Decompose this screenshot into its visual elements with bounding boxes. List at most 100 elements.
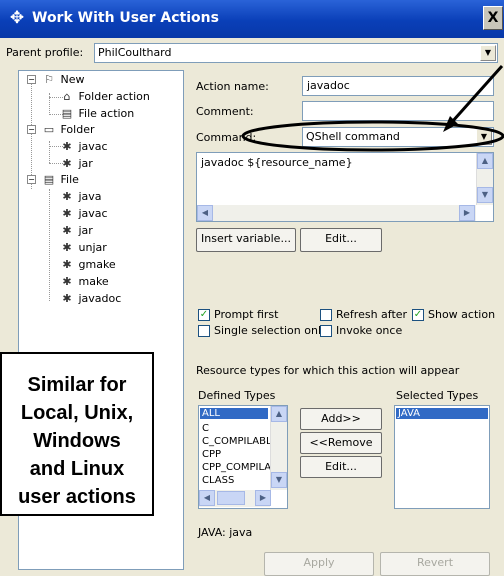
tree-node-file-java[interactable]: ✱ java <box>59 190 102 203</box>
single-selection-label: Single selection only <box>214 324 328 337</box>
callout-line: Windows <box>33 430 121 452</box>
tree-node-file-make[interactable]: ✱ make <box>59 275 109 288</box>
tree-node-label: File action <box>78 107 135 120</box>
type-status-text: JAVA: java <box>198 526 253 539</box>
tree-node-label: Folder <box>60 123 95 136</box>
scroll-right-icon[interactable]: ▶ <box>255 490 271 506</box>
user-action-icon: ✱ <box>62 292 72 305</box>
defined-types-vertical-scrollbar[interactable]: ▲ ▼ <box>270 406 287 490</box>
tree-node-label: unjar <box>78 241 107 254</box>
list-item[interactable]: ALL <box>200 408 268 419</box>
tree-node-folder[interactable]: ▭ Folder <box>41 123 95 136</box>
defined-types-label: Defined Types <box>198 389 276 402</box>
tree-node-label: javac <box>78 140 108 153</box>
selected-types-label: Selected Types <box>396 389 479 402</box>
collapse-new-icon[interactable]: − <box>27 75 36 84</box>
tree-node-label: jar <box>78 224 93 237</box>
folder-icon: ▭ <box>43 123 55 136</box>
user-action-icon: ✱ <box>62 207 72 220</box>
tree-node-file[interactable]: ▤ File <box>41 173 79 186</box>
defined-types-horizontal-scrollbar[interactable]: ◀ ▶ <box>199 490 271 507</box>
revert-button[interactable]: Revert <box>380 552 490 576</box>
tree-node-folder-javac[interactable]: ✱ javac <box>59 140 108 153</box>
defined-types-list[interactable]: ALL C C_COMPILABL CPP CPP_COMPILA CLASS … <box>198 405 288 509</box>
scroll-left-icon[interactable]: ◀ <box>197 205 213 221</box>
callout-line: Similar for <box>27 374 127 396</box>
collapse-file-icon[interactable]: − <box>27 175 36 184</box>
command-edit-button[interactable]: Edit... <box>300 228 382 252</box>
single-selection-checkbox[interactable] <box>198 325 210 337</box>
tree-node-label: javac <box>78 207 108 220</box>
user-action-icon: ✱ <box>62 140 72 153</box>
tree-node-file-gmake[interactable]: ✱ gmake <box>59 258 116 271</box>
selected-types-list[interactable]: JAVA <box>394 405 490 509</box>
list-item[interactable]: C_COMPILABL <box>202 436 272 447</box>
invoke-once-label: Invoke once <box>336 324 403 337</box>
title-bar: ✥ Work With User Actions X <box>0 0 504 38</box>
close-button[interactable]: X <box>483 6 503 30</box>
tree-node-file-javac[interactable]: ✱ javac <box>59 207 108 220</box>
tree-node-label: Folder action <box>78 90 150 103</box>
insert-variable-button[interactable]: Insert variable... <box>196 228 296 252</box>
tree-node-label: java <box>78 190 102 203</box>
tree-node-label: gmake <box>78 258 116 271</box>
tree-node-label: make <box>78 275 109 288</box>
remove-button[interactable]: <<Remove <box>300 432 382 454</box>
chevron-down-icon[interactable]: ▼ <box>480 45 496 61</box>
tree-node-new[interactable]: ⚐ New <box>41 73 84 86</box>
list-item[interactable]: CLASS <box>202 475 234 486</box>
apply-button[interactable]: Apply <box>264 552 374 576</box>
callout-line: and Linux <box>29 458 125 480</box>
refresh-after-checkbox[interactable] <box>320 309 332 321</box>
list-item[interactable]: CPP <box>202 449 221 460</box>
user-action-icon: ✱ <box>62 157 72 170</box>
prompt-first-checkbox[interactable]: ✓ <box>198 309 210 321</box>
file-icon: ▤ <box>43 173 55 186</box>
tree-node-label: File <box>60 173 79 186</box>
tree-node-folder-jar[interactable]: ✱ jar <box>59 157 93 170</box>
refresh-after-label: Refresh after <box>336 308 408 321</box>
user-action-icon: ✱ <box>62 275 72 288</box>
callout-line: Local, Unix, <box>20 402 134 424</box>
tree-node-folder-action[interactable]: ⌂ Folder action <box>59 90 150 103</box>
user-action-icon: ✱ <box>62 258 72 271</box>
user-action-icon: ✱ <box>62 241 72 254</box>
list-item[interactable]: C <box>202 423 209 434</box>
scroll-up-icon[interactable]: ▲ <box>271 406 287 422</box>
collapse-folder-icon[interactable]: − <box>27 125 36 134</box>
types-edit-button[interactable]: Edit... <box>300 456 382 478</box>
scroll-down-icon[interactable]: ▼ <box>477 187 493 203</box>
tree-node-file-action[interactable]: ▤ File action <box>59 107 134 120</box>
user-action-icon: ✱ <box>62 190 72 203</box>
annotation-overlay <box>241 65 504 152</box>
tree-node-label: jar <box>78 157 93 170</box>
invoke-once-checkbox[interactable] <box>320 325 332 337</box>
scroll-down-icon[interactable]: ▼ <box>271 472 287 488</box>
user-action-icon: ✱ <box>62 224 72 237</box>
scroll-right-icon[interactable]: ▶ <box>459 205 475 221</box>
pointer-arrow-line <box>450 65 504 123</box>
window-title: Work With User Actions <box>32 10 219 26</box>
tree-node-file-unjar[interactable]: ✱ unjar <box>59 241 107 254</box>
add-button[interactable]: Add>> <box>300 408 382 430</box>
file-action-icon: ▤ <box>61 107 73 120</box>
list-item[interactable]: JAVA <box>396 408 488 419</box>
tree-node-file-jar[interactable]: ✱ jar <box>59 224 93 237</box>
window-icon: ✥ <box>9 8 25 28</box>
tree-node-file-javadoc[interactable]: ✱ javadoc <box>59 292 121 305</box>
scroll-thumb[interactable] <box>217 491 245 505</box>
show-action-checkbox[interactable]: ✓ <box>412 309 424 321</box>
parent-profile-value: PhilCoulthard <box>98 46 172 59</box>
callout-box: Similar for Local, Unix, Windows and Lin… <box>0 352 154 516</box>
scroll-left-icon[interactable]: ◀ <box>199 490 215 506</box>
parent-profile-label: Parent profile: <box>6 46 84 59</box>
callout-line: user actions <box>18 486 136 508</box>
show-action-label: Show action <box>428 308 496 321</box>
list-item[interactable]: CPP_COMPILA <box>202 462 271 473</box>
resource-types-heading: Resource types for which this action wil… <box>196 364 460 377</box>
tree-node-label: javadoc <box>78 292 122 305</box>
command-horizontal-scrollbar[interactable]: ◀ ▶ <box>197 205 476 221</box>
prompt-first-label: Prompt first <box>214 308 279 321</box>
new-action-icon: ⚐ <box>44 73 54 86</box>
highlight-ellipse <box>241 120 504 152</box>
